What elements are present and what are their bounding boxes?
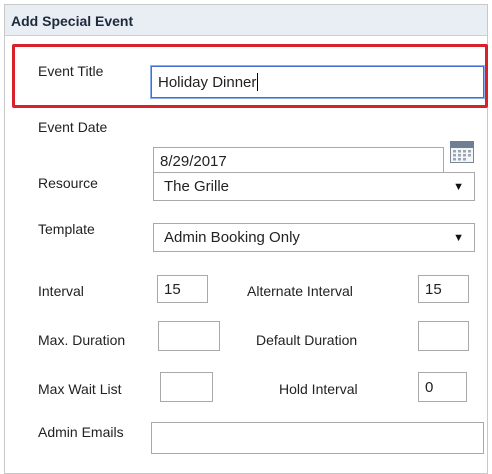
interval-value: 15 [164,280,181,298]
max-wait-list-label: Max Wait List [38,381,122,397]
resource-value: The Grille [164,178,230,195]
max-duration-input[interactable] [158,321,220,351]
event-title-input[interactable]: Holiday Dinner [151,66,484,98]
alternate-interval-input[interactable]: 15 [418,275,469,303]
text-caret [257,73,259,91]
hold-interval-input[interactable]: 0 [418,372,467,402]
resource-select[interactable]: The Grille ▼ [153,172,475,201]
panel-title: Add Special Event [11,13,134,29]
alternate-interval-value: 15 [425,280,442,298]
chevron-down-icon: ▼ [453,231,464,244]
calendar-icon[interactable] [450,141,474,163]
template-label: Template [38,221,95,237]
interval-label: Interval [38,283,84,299]
default-duration-label: Default Duration [256,332,358,348]
event-date-value: 8/29/2017 [160,152,227,170]
interval-input[interactable]: 15 [157,275,208,303]
event-title-value: Holiday Dinner [158,73,257,91]
hold-interval-label: Hold Interval [279,381,358,397]
chevron-down-icon: ▼ [453,180,464,193]
event-title-label: Event Title [38,63,104,79]
template-value: Admin Booking Only [164,229,300,246]
event-date-input[interactable]: 8/29/2017 [153,147,444,175]
hold-interval-value: 0 [425,378,434,396]
admin-emails-label: Admin Emails [38,424,124,440]
panel-header: Add Special Event [5,5,487,36]
resource-label: Resource [38,175,98,191]
template-select[interactable]: Admin Booking Only ▼ [153,223,475,252]
alternate-interval-label: Alternate Interval [247,283,353,299]
max-wait-list-input[interactable] [160,372,213,402]
default-duration-input[interactable] [418,321,469,351]
event-date-label: Event Date [38,119,108,135]
max-duration-label: Max. Duration [38,332,126,348]
admin-emails-input[interactable] [151,422,484,454]
